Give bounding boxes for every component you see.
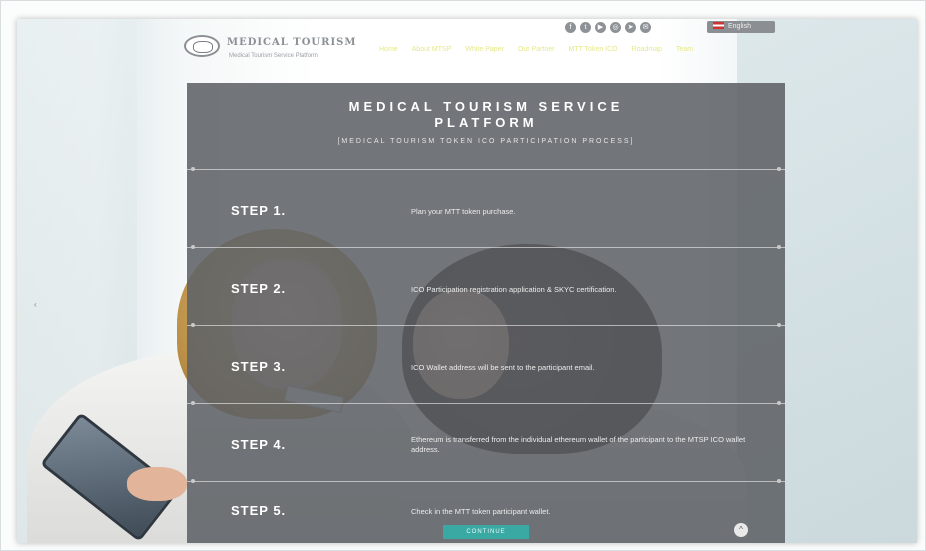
- divider: [187, 403, 785, 404]
- step-row: STEP 2. ICO Participation registration a…: [187, 249, 785, 327]
- brand-title: MEDICAL TOURISM: [227, 37, 357, 48]
- facebook-icon[interactable]: f: [565, 22, 576, 33]
- step-label: STEP 4.: [231, 437, 287, 452]
- panel-title-line1: MEDICAL TOURISM SERVICE: [348, 99, 624, 114]
- panel-title-line2: PLATFORM: [434, 115, 538, 130]
- site-header: MEDICAL TOURISM Medical Tourism Service …: [17, 19, 917, 83]
- divider: [187, 481, 785, 482]
- mail-icon[interactable]: ✉: [640, 22, 651, 33]
- nav-roadmap[interactable]: Roadmap: [632, 46, 662, 53]
- step-row: STEP 3. ICO Wallet address will be sent …: [187, 327, 785, 405]
- nav-home[interactable]: Home: [379, 46, 398, 53]
- step-text: ICO Wallet address will be sent to the p…: [411, 363, 595, 372]
- divider: [187, 247, 785, 248]
- ico-process-panel: MEDICAL TOURISM SERVICE PLATFORM [MEDICA…: [187, 83, 785, 543]
- step-label: STEP 2.: [231, 281, 287, 296]
- scroll-to-top-icon[interactable]: ^: [734, 523, 748, 537]
- logo-mark: [193, 41, 213, 53]
- flag-icon: [713, 22, 724, 29]
- nav-team[interactable]: Team: [676, 46, 693, 53]
- social-icons: f t ▶ ◎ ➤ ✉: [565, 22, 651, 33]
- step-text: Plan your MTT token purchase.: [411, 207, 516, 216]
- browser-viewport: MEDICAL TOURISM Medical Tourism Service …: [17, 19, 917, 543]
- screenshot-frame: MEDICAL TOURISM Medical Tourism Service …: [0, 0, 926, 551]
- carousel-prev-icon[interactable]: ‹: [34, 300, 37, 309]
- site-logo[interactable]: [184, 35, 220, 57]
- step-label: STEP 5.: [231, 503, 287, 518]
- twitter-icon[interactable]: t: [580, 22, 591, 33]
- nav-partner[interactable]: Our Partner: [518, 46, 555, 53]
- divider: [187, 169, 785, 170]
- nav-token-ico[interactable]: MTT Token ICO: [568, 46, 617, 53]
- step-row: STEP 4. Ethereum is transferred from the…: [187, 405, 785, 483]
- panel-title: MEDICAL TOURISM SERVICE PLATFORM: [187, 99, 785, 131]
- youtube-icon[interactable]: ▶: [595, 22, 606, 33]
- language-selector[interactable]: English: [707, 21, 775, 33]
- continue-button[interactable]: CONTINUE: [443, 525, 529, 539]
- instagram-icon[interactable]: ◎: [610, 22, 621, 33]
- step-text: Ethereum is transferred from the individ…: [411, 435, 746, 454]
- telegram-icon[interactable]: ➤: [625, 22, 636, 33]
- brand-subtitle: Medical Tourism Service Platform: [229, 53, 318, 59]
- step-row: STEP 1. Plan your MTT token purchase.: [187, 171, 785, 249]
- doctor-hand: [127, 467, 187, 501]
- step-text: Check in the MTT token participant walle…: [411, 507, 551, 516]
- language-label: English: [728, 23, 751, 30]
- divider: [187, 325, 785, 326]
- step-label: STEP 1.: [231, 203, 287, 218]
- panel-subtitle: [MEDICAL TOURISM TOKEN ICO PARTICIPATION…: [337, 138, 635, 145]
- step-label: STEP 3.: [231, 359, 287, 374]
- nav-about[interactable]: About MTSP: [412, 46, 452, 53]
- main-nav: Home About MTSP White Paper Our Partner …: [379, 46, 693, 53]
- nav-white-paper[interactable]: White Paper: [465, 46, 504, 53]
- step-text: ICO Participation registration applicati…: [411, 285, 617, 294]
